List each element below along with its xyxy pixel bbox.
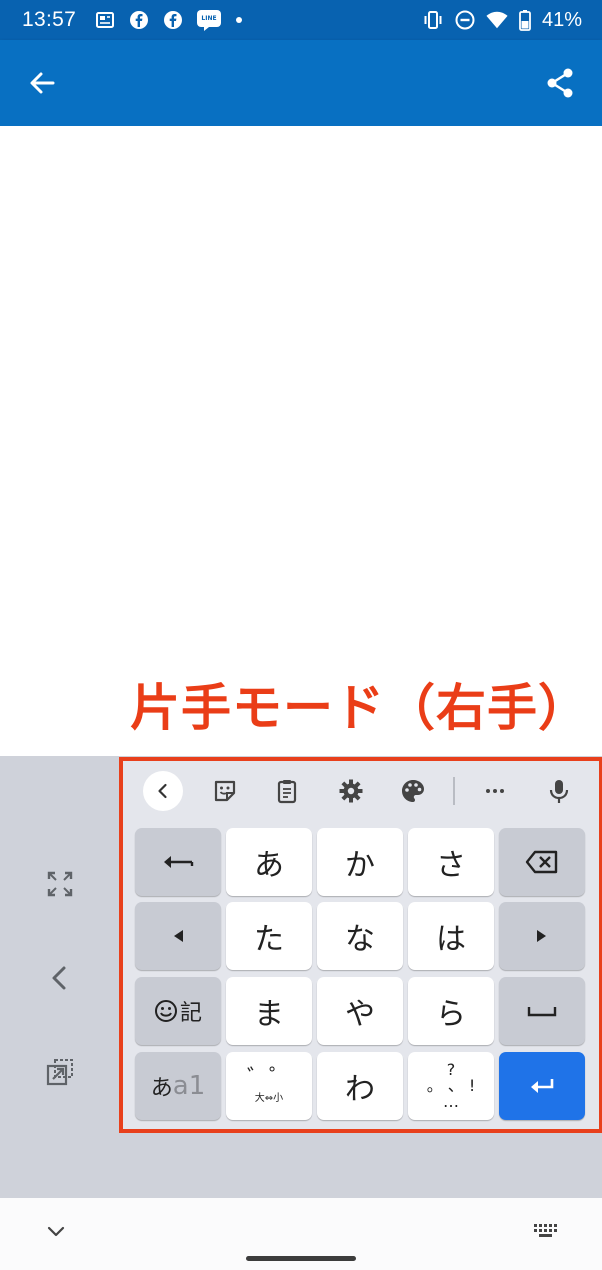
dakuten-top-label: ゛゜	[246, 1066, 291, 1091]
enter-icon	[531, 1079, 554, 1093]
status-time: 13:57	[22, 8, 77, 31]
backspace-icon	[525, 850, 558, 874]
palette-icon	[402, 780, 424, 802]
cursor-right-key[interactable]	[499, 902, 585, 970]
screen: 13:57 LINE 41% あ か さ た な は 記 ま や ら あ a1 …	[0, 0, 602, 1270]
navigation-bar	[0, 1198, 602, 1270]
chevron-left-icon	[52, 966, 66, 990]
move-left-button[interactable]	[40, 958, 80, 998]
triangle-right-icon	[537, 930, 546, 942]
toolbar-divider	[453, 777, 455, 805]
one-handed-keyboard: あ か さ た な は 記 ま や ら あ a1 ゛゜ 大⇔小 わ ? 。 、 …	[119, 757, 602, 1133]
space-icon	[527, 1007, 557, 1017]
line-manga-icon: LINE	[196, 9, 222, 31]
mode-label-alnum: a1	[172, 1071, 206, 1101]
key-ka[interactable]: か	[317, 828, 403, 896]
enter-key[interactable]	[499, 1052, 585, 1120]
hide-keyboard-button[interactable]	[40, 1216, 72, 1248]
microphone-icon	[549, 780, 569, 803]
key-ra[interactable]: ら	[408, 977, 494, 1045]
key-na[interactable]: な	[317, 902, 403, 970]
undo-key[interactable]	[135, 828, 221, 896]
toolbar-collapse-button[interactable]	[143, 771, 183, 811]
vibrate-icon	[422, 9, 444, 31]
space-key[interactable]	[499, 977, 585, 1045]
key-ta[interactable]: た	[226, 902, 312, 970]
battery-percent: 41%	[541, 8, 582, 31]
key-ha[interactable]: は	[408, 902, 494, 970]
share-button[interactable]	[538, 63, 582, 103]
chevron-down-icon	[47, 1226, 65, 1237]
keyboard-switch-button[interactable]	[530, 1216, 562, 1248]
system-icons: 41%	[422, 9, 582, 32]
cursor-left-key[interactable]	[135, 902, 221, 970]
key-sa[interactable]: さ	[408, 828, 494, 896]
share-icon	[547, 68, 573, 98]
expand-icon	[47, 871, 73, 897]
smiley-icon	[154, 1000, 177, 1022]
undock-keyboard-button[interactable]	[40, 1052, 80, 1092]
keyboard-area: あ か さ た な は 記 ま や ら あ a1 ゛゜ 大⇔小 わ ? 。 、 …	[0, 756, 602, 1198]
triangle-left-icon	[174, 930, 183, 942]
facebook-icon	[162, 9, 184, 31]
voice-input-button[interactable]	[539, 771, 579, 811]
expand-keyboard-button[interactable]	[40, 864, 80, 904]
undock-icon	[46, 1059, 73, 1086]
backspace-key[interactable]	[499, 828, 585, 896]
key-ma[interactable]: ま	[226, 977, 312, 1045]
dakuten-key[interactable]: ゛゜ 大⇔小	[226, 1052, 312, 1120]
keyboard-icon	[534, 1224, 557, 1237]
key-a[interactable]: あ	[226, 828, 312, 896]
home-indicator[interactable]	[246, 1256, 356, 1261]
clipboard-button[interactable]	[267, 771, 307, 811]
mode-label-kana: あ	[150, 1076, 173, 1101]
dakuten-bottom-label: 大⇔小	[254, 1093, 284, 1104]
undo-arrow-icon	[164, 856, 194, 868]
clipboard-icon	[277, 780, 297, 804]
app-bar	[0, 40, 602, 126]
dnd-icon	[454, 9, 476, 31]
keyboard-toolbar	[123, 761, 599, 821]
wifi-icon	[486, 9, 508, 31]
theme-button[interactable]	[393, 771, 433, 811]
status-bar: 13:57 LINE 41%	[0, 0, 602, 40]
news-icon	[94, 9, 116, 31]
key-wa[interactable]: わ	[317, 1052, 403, 1120]
emoji-symbol-key[interactable]: 記	[135, 977, 221, 1045]
punct-bottom-label: …	[443, 1092, 459, 1111]
notification-icons: LINE	[94, 9, 244, 31]
content-area[interactable]	[0, 126, 602, 756]
dot-icon	[234, 9, 244, 31]
punctuation-key[interactable]: ? 。 、 ! …	[408, 1052, 494, 1120]
sticker-button[interactable]	[205, 771, 245, 811]
settings-button[interactable]	[331, 771, 371, 811]
annotation-label: 片手モード（右手）	[130, 679, 589, 737]
line-badge-text: LINE	[201, 15, 216, 22]
sticker-icon	[214, 780, 236, 802]
more-button[interactable]	[475, 771, 515, 811]
one-hand-side-panel	[0, 756, 120, 1198]
back-button[interactable]	[20, 63, 64, 103]
facebook-icon	[128, 9, 150, 31]
key-ya[interactable]: や	[317, 977, 403, 1045]
emoji-key-label: 記	[179, 1001, 202, 1026]
arrow-left-icon	[30, 72, 55, 94]
battery-icon	[518, 9, 532, 31]
chevron-left-icon	[158, 783, 167, 799]
gear-icon	[339, 779, 363, 803]
more-icon	[486, 789, 504, 793]
input-mode-key[interactable]: あ a1	[135, 1052, 221, 1120]
